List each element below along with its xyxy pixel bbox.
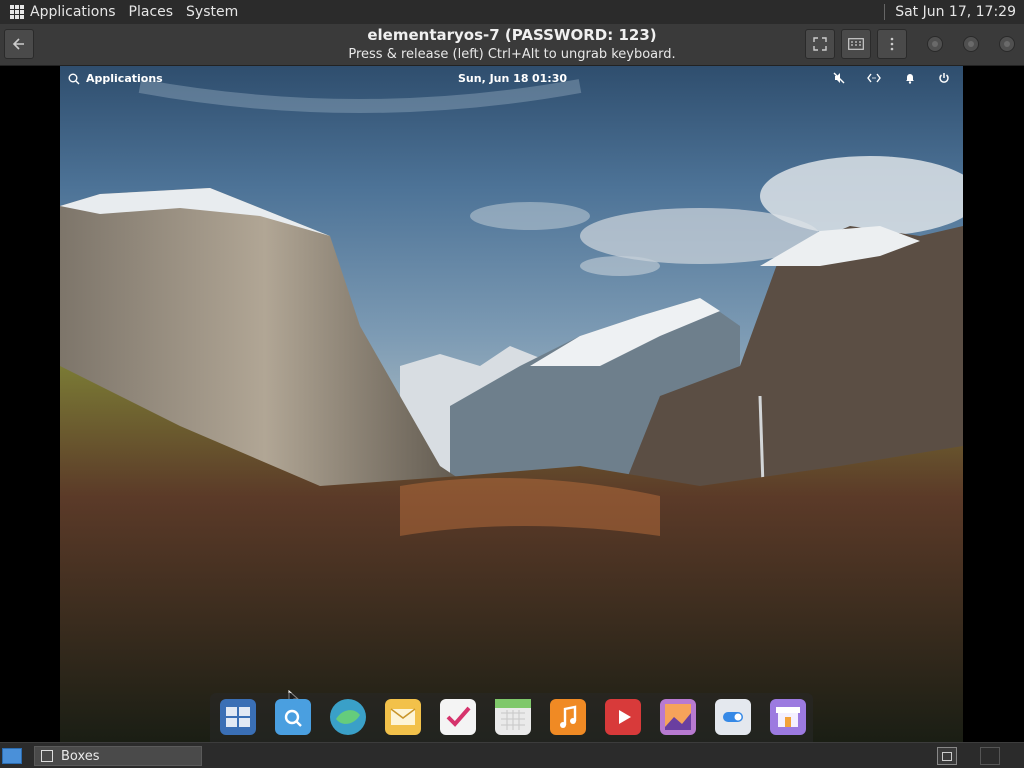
- host-top-panel: Applications Places System Sat Jun 17, 1…: [0, 0, 1024, 24]
- workspace-icon: [942, 751, 952, 761]
- keyboard-icon: [848, 38, 864, 50]
- minimize-button[interactable]: [927, 36, 943, 52]
- menu-places[interactable]: Places: [125, 0, 183, 24]
- guest-top-panel: Applications Sun, Jun 18 01:30: [60, 66, 963, 92]
- workspace-2-button[interactable]: [980, 747, 1000, 765]
- host-bottom-panel: Boxes: [0, 742, 1024, 768]
- notifications-bell-icon[interactable]: [903, 71, 917, 85]
- minimize-icon: [932, 41, 938, 47]
- taskbar-item-boxes[interactable]: Boxes: [34, 746, 202, 766]
- maximize-button[interactable]: [963, 36, 979, 52]
- fullscreen-button[interactable]: [805, 29, 835, 59]
- workspace-1-button[interactable]: [937, 747, 957, 765]
- guest-applications-menu[interactable]: Applications: [68, 72, 163, 85]
- power-icon[interactable]: [937, 71, 951, 85]
- dock-appcenter[interactable]: [770, 699, 806, 735]
- taskbar-item-label: Boxes: [61, 748, 100, 764]
- apps-grid-icon[interactable]: [10, 5, 24, 19]
- dock-multitasking-view[interactable]: [220, 699, 256, 735]
- search-icon: [68, 73, 80, 84]
- close-icon: [1004, 41, 1010, 47]
- menu-dots-icon: [890, 37, 894, 51]
- maximize-icon: [968, 41, 974, 47]
- dock-tasks[interactable]: [440, 699, 476, 735]
- dock-web-browser[interactable]: [330, 699, 366, 735]
- guest-date[interactable]: Sun, Jun 18: [458, 72, 529, 85]
- menu-system[interactable]: System: [182, 0, 247, 24]
- fullscreen-icon: [813, 37, 827, 51]
- host-clock[interactable]: Sat Jun 17, 17:29: [895, 4, 1024, 20]
- dock-files[interactable]: [275, 699, 311, 735]
- panel-separator: [884, 4, 886, 20]
- dock-calendar[interactable]: [495, 699, 531, 735]
- guest-applications-label: Applications: [86, 72, 163, 85]
- boxes-titlebar: elementaryos-7 (PASSWORD: 123) Press & r…: [0, 24, 1024, 66]
- close-button[interactable]: [999, 36, 1015, 52]
- wallpaper: [60, 79, 963, 742]
- guest-display[interactable]: Applications Sun, Jun 18 01:30: [60, 66, 963, 742]
- mute-icon[interactable]: [832, 71, 846, 85]
- dock-system-settings[interactable]: [715, 699, 751, 735]
- boxes-app-icon: [41, 750, 53, 762]
- show-desktop-button[interactable]: [2, 748, 22, 764]
- dock-photos[interactable]: [660, 699, 696, 735]
- menu-applications[interactable]: Applications: [30, 0, 125, 24]
- guest-time[interactable]: 01:30: [532, 72, 567, 85]
- keyboard-button[interactable]: [841, 29, 871, 59]
- dock-mail[interactable]: [385, 699, 421, 735]
- dock-music[interactable]: [550, 699, 586, 735]
- menu-button[interactable]: [877, 29, 907, 59]
- network-icon[interactable]: [867, 71, 881, 85]
- dock: [210, 693, 813, 742]
- dock-videos[interactable]: [605, 699, 641, 735]
